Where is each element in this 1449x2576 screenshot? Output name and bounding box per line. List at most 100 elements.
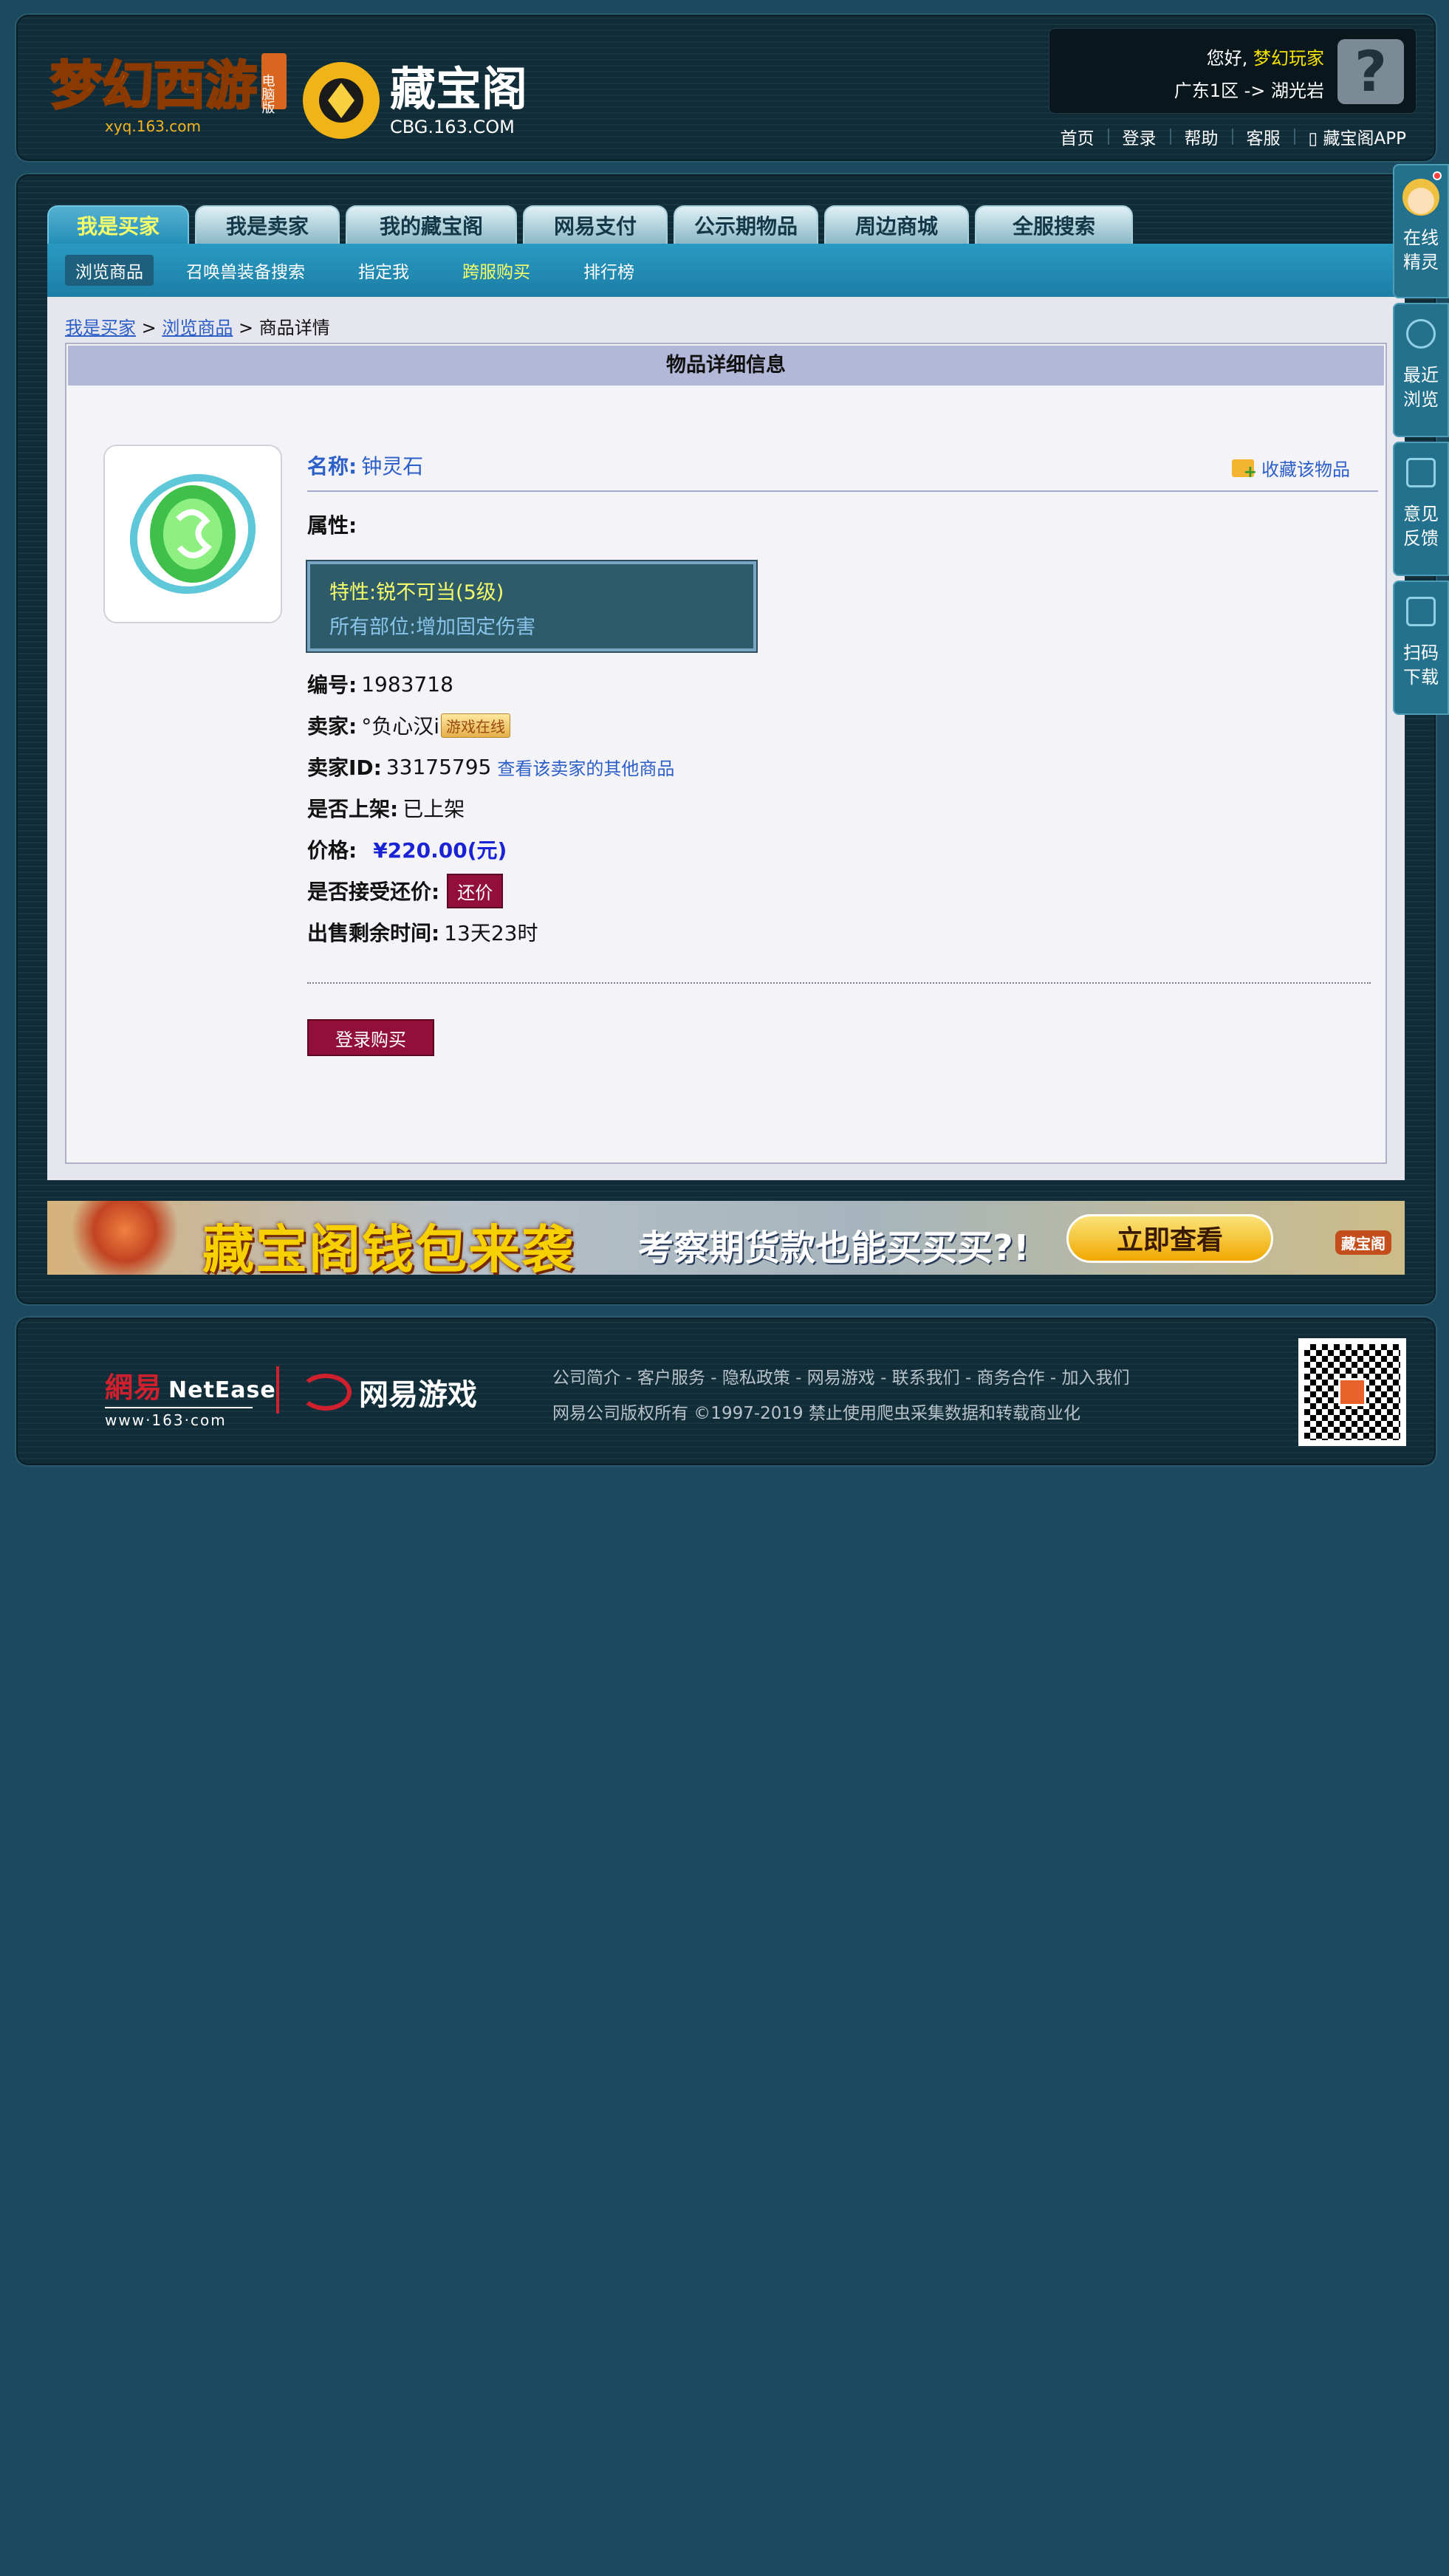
nav-help[interactable]: 帮助 — [1185, 124, 1219, 149]
banner-character — [62, 1201, 188, 1275]
clock-icon — [1406, 319, 1436, 349]
nav-app[interactable]: ▯ 藏宝阁APP — [1309, 124, 1406, 149]
banner-subtitle: 考察期货款也能买买买?! — [638, 1227, 1030, 1269]
listed-status: 已上架 — [402, 797, 465, 821]
item-id: 1983718 — [361, 671, 453, 696]
tab-search-all[interactable]: 全服搜索 — [975, 205, 1133, 244]
tab-public-items[interactable]: 公示期物品 — [674, 205, 818, 244]
site-footer: 網易 NetEase www·163·com 网易游戏 公司简介 - 客户服务 -… — [16, 1318, 1436, 1465]
main-area: 我是买家 我是卖家 我的藏宝阁 网易支付 公示期物品 周边商城 全服搜索 浏览商… — [16, 174, 1436, 1304]
sidebar-scan-download[interactable]: 扫码下载 — [1393, 580, 1449, 715]
seller-id-row: 卖家ID: 33175795 查看该卖家的其他商品 — [307, 754, 675, 781]
top-nav: 首页 登录 帮助 客服 ▯ 藏宝阁APP — [1061, 124, 1406, 149]
footer-copyright: 网易公司版权所有 ©1997-2019 禁止使用爬虫采集数据和转载商业化 — [552, 1404, 1080, 1423]
netease-games-symbol-icon — [300, 1374, 352, 1411]
bargain-button[interactable]: 还价 — [447, 873, 504, 908]
banner-view-button[interactable]: 立即查看 — [1066, 1214, 1273, 1263]
remaining-row: 出售剩余时间: 13天23时 — [307, 919, 1378, 945]
seller-name: °负心汉i — [361, 714, 439, 739]
qr-code — [1298, 1338, 1406, 1446]
folder-add-icon — [1232, 459, 1257, 482]
sidebar-feedback[interactable]: 意见反馈 — [1393, 442, 1449, 576]
logo-divider — [276, 1366, 279, 1414]
id-row: 编号: 1983718 — [307, 671, 453, 698]
content-area: 我是买家 > 浏览商品 > 商品详情 物品详细信息 名称: 钟灵石 + 收藏该物… — [47, 297, 1405, 1180]
sprite-avatar-icon — [1402, 179, 1439, 216]
seller-id: 33175795 — [386, 754, 492, 779]
breadcrumb-browse[interactable]: 浏览商品 — [162, 318, 233, 338]
banner-title: 藏宝阁钱包来袭 — [202, 1219, 575, 1275]
nav-divider — [1293, 129, 1295, 145]
item-detail-panel: 物品详细信息 名称: 钟灵石 收藏该物品 属性: — [65, 343, 1387, 1164]
remaining-time: 13天23时 — [444, 921, 538, 945]
notification-dot — [1433, 171, 1442, 180]
nav-divider — [1107, 129, 1109, 145]
phone-icon: ▯ — [1308, 129, 1318, 148]
subnav-pet-equip-search[interactable]: 召唤兽装备搜索 — [176, 255, 315, 286]
nav-home[interactable]: 首页 — [1061, 124, 1095, 149]
attr-trait: 特性:锐不可当(5级) — [329, 581, 504, 604]
item-name: 钟灵石 — [361, 454, 424, 479]
question-mark-icon: ? — [1337, 39, 1404, 104]
attr-box: 特性:锐不可当(5级) 所有部位:增加固定伤害 — [307, 561, 756, 651]
listed-row: 是否上架: 已上架 — [307, 795, 1378, 821]
attr-label: 属性: — [307, 513, 357, 538]
banner-logo: 藏宝阁 — [1335, 1230, 1391, 1255]
tab-netease-pay[interactable]: 网易支付 — [523, 205, 668, 244]
subnav-designated[interactable]: 指定我 — [348, 255, 419, 286]
main-tabs: 我是买家 我是卖家 我的藏宝阁 网易支付 公示期物品 周边商城 全服搜索 — [47, 205, 1139, 244]
sidebar-online-sprite[interactable]: 在线精灵 — [1393, 164, 1449, 298]
name-row: 名称: 钟灵石 收藏该物品 — [307, 440, 1378, 492]
seller-other-items-link[interactable]: 查看该卖家的其他商品 — [497, 754, 674, 780]
tab-buyer[interactable]: 我是买家 — [47, 205, 189, 244]
tab-seller[interactable]: 我是卖家 — [195, 205, 340, 244]
online-status-badge: 游戏在线 — [440, 713, 510, 738]
scan-icon — [1406, 597, 1436, 626]
attr-effect: 所有部位:增加固定伤害 — [329, 616, 536, 639]
floating-sidebar: 在线精灵 最近浏览 意见反馈 扫码下载 — [1393, 164, 1449, 719]
nav-divider — [1169, 129, 1171, 145]
promo-banner[interactable]: 藏宝阁钱包来袭 考察期货款也能买买买?! 立即查看 藏宝阁 — [47, 1201, 1405, 1275]
nav-login[interactable]: 登录 — [1123, 124, 1157, 149]
nav-service[interactable]: 客服 — [1247, 124, 1281, 149]
netease-logo[interactable]: 網易 NetEase www·163·com — [105, 1365, 276, 1429]
subnav-ranking[interactable]: 排行榜 — [573, 255, 645, 286]
panel-title: 物品详细信息 — [68, 346, 1384, 386]
seller-row: 卖家: °负心汉i 游戏在线 — [307, 712, 1378, 739]
bargain-row: 是否接受还价: 还价 — [307, 873, 1378, 908]
price-value: ¥220.00(元) — [373, 838, 507, 863]
breadcrumb-current: 商品详情 — [258, 318, 330, 338]
subnav-cross-server[interactable]: 跨服购买 — [452, 255, 541, 286]
svg-text:电脑版: 电脑版 — [260, 74, 275, 114]
footer-links[interactable]: 公司简介 - 客户服务 - 隐私政策 - 网易游戏 - 联系我们 - 商务合作 … — [552, 1363, 1130, 1388]
nav-divider — [1231, 129, 1233, 145]
breadcrumb: 我是买家 > 浏览商品 > 商品详情 — [65, 318, 330, 338]
greeting-text: 您好, — [1206, 48, 1248, 69]
site-header: 梦幻西游 电脑版 xyq.163.com 藏宝阁 CBG.163.COM 您好,… — [16, 15, 1436, 161]
game-logo[interactable]: 梦幻西游 电脑版 xyq.163.com — [46, 40, 290, 143]
item-details: 名称: 钟灵石 收藏该物品 属性: 特性:锐不可当(5级) 所有部位:增加固定伤… — [307, 440, 1378, 1056]
svg-text:CBG.163.COM: CBG.163.COM — [390, 117, 515, 137]
user-info-box: 您好, 梦幻玩家 广东1区 -> 湖光岩 ? — [1049, 28, 1417, 114]
login-buy-button[interactable]: 登录购买 — [307, 1019, 434, 1056]
tab-shop[interactable]: 周边商城 — [824, 205, 969, 244]
server-text: 广东1区 -> 湖光岩 — [1174, 80, 1324, 101]
name-label: 名称: — [307, 454, 357, 479]
subnav-browse[interactable]: 浏览商品 — [65, 255, 154, 286]
netease-games-logo[interactable]: 网易游戏 — [300, 1371, 477, 1414]
tab-my-cbg[interactable]: 我的藏宝阁 — [346, 205, 517, 244]
breadcrumb-buyer[interactable]: 我是买家 — [65, 318, 136, 338]
svg-text:xyq.163.com: xyq.163.com — [105, 117, 201, 135]
edit-icon — [1406, 458, 1436, 487]
favorite-button[interactable]: 收藏该物品 — [1232, 455, 1350, 482]
username[interactable]: 梦幻玩家 — [1253, 48, 1324, 69]
jade-stone-icon — [129, 473, 256, 595]
svg-text:梦幻西游: 梦幻西游 — [50, 55, 257, 116]
divider — [307, 982, 1371, 984]
sub-nav: 浏览商品 召唤兽装备搜索 指定我 跨服购买 排行榜 — [47, 244, 1405, 297]
item-image — [103, 445, 282, 623]
cbg-logo[interactable]: 藏宝阁 CBG.163.COM — [290, 37, 570, 148]
svg-text:藏宝阁: 藏宝阁 — [390, 62, 527, 116]
price-row: 价格: ¥220.00(元) — [307, 836, 1378, 863]
sidebar-recent[interactable]: 最近浏览 — [1393, 303, 1449, 437]
